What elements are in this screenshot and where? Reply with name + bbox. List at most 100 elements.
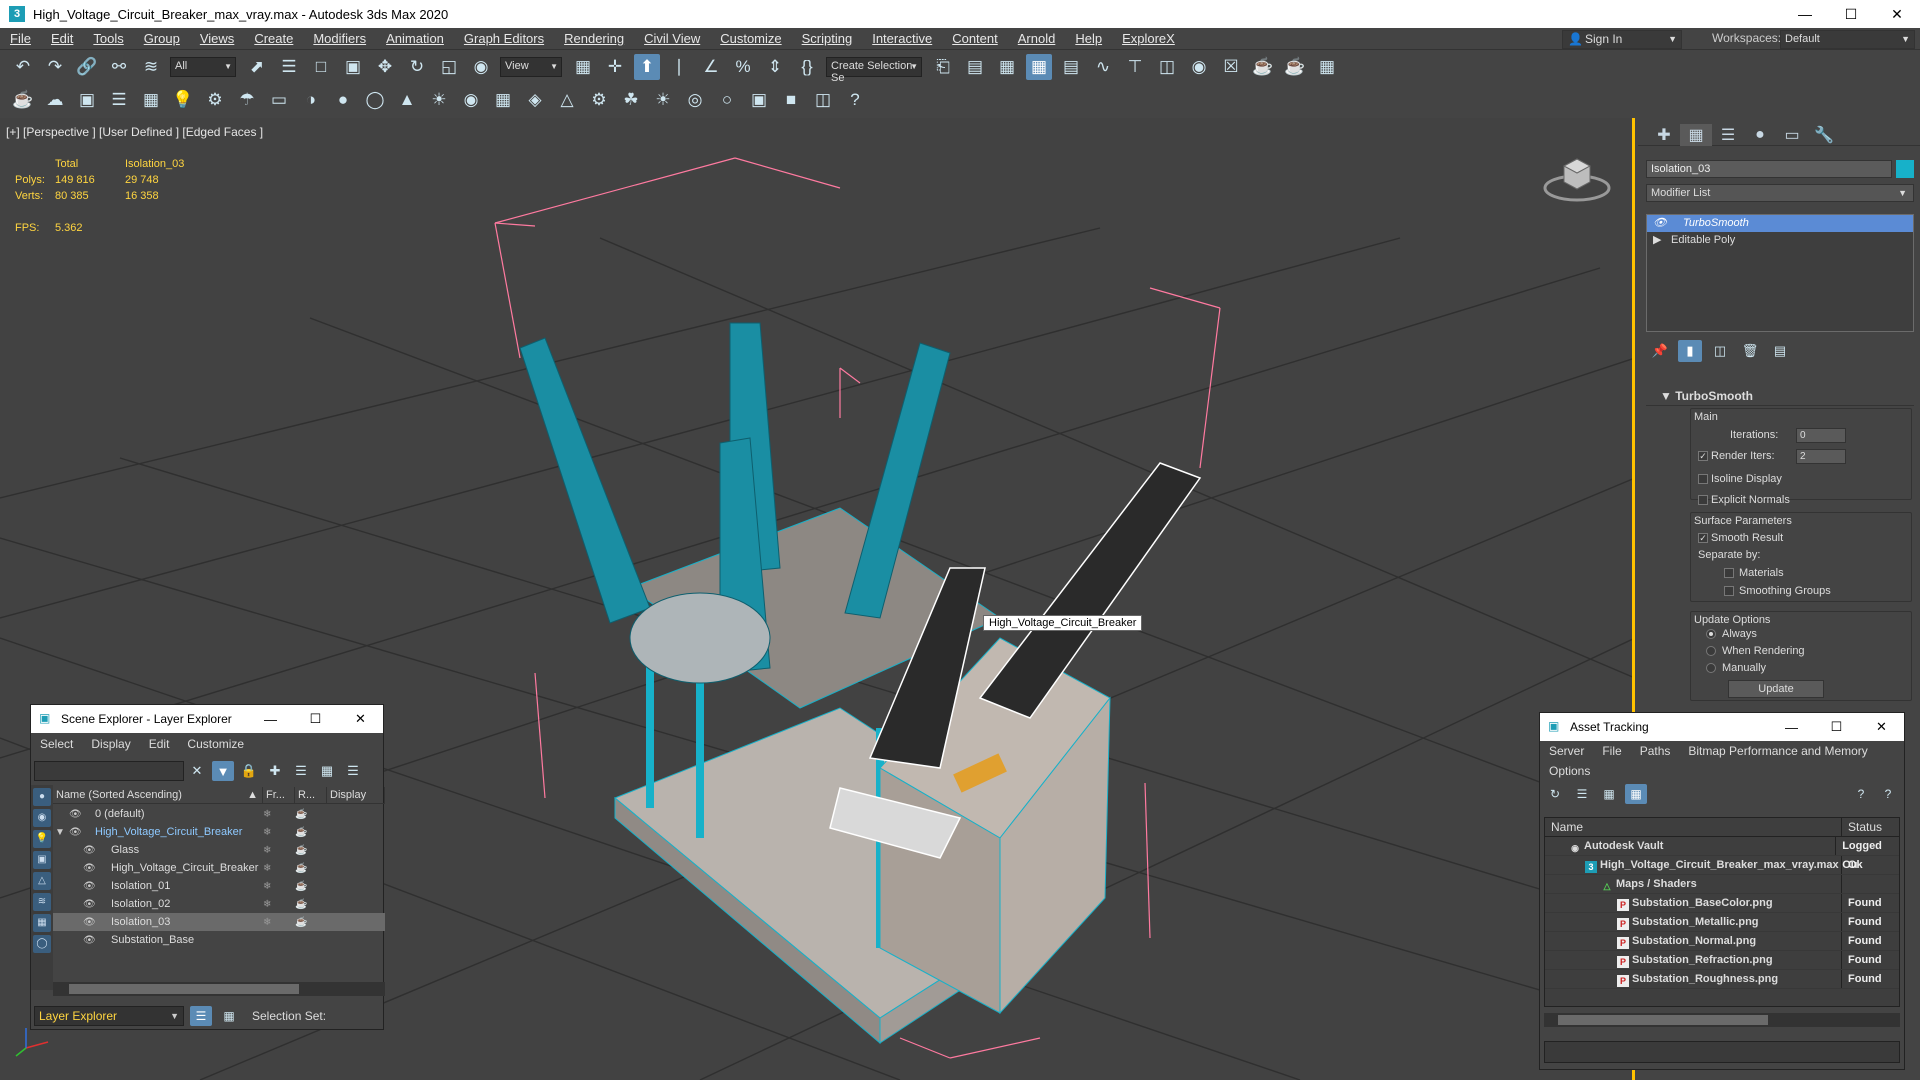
table-row[interactable]: P Substation_Metallic.png Found bbox=[1545, 913, 1899, 932]
make-unique-icon[interactable]: ◫ bbox=[1708, 340, 1732, 362]
at-menu-options[interactable]: Options bbox=[1540, 764, 1599, 778]
pivot-center-icon[interactable]: ▦ bbox=[570, 54, 596, 80]
menu-edit[interactable]: Edit bbox=[41, 31, 83, 46]
select-by-name-icon[interactable]: ☰ bbox=[276, 54, 302, 80]
menu-explorex[interactable]: ExploreX bbox=[1112, 31, 1185, 46]
table-row[interactable]: P Substation_Roughness.png Found bbox=[1545, 970, 1899, 989]
menu-scripting[interactable]: Scripting bbox=[792, 31, 863, 46]
col-name[interactable]: Name (Sorted Ascending) ▲ bbox=[53, 787, 263, 803]
save-icon[interactable]: ◫ bbox=[810, 87, 836, 113]
add-to-layer-icon[interactable]: ☰ bbox=[290, 761, 312, 781]
maximize-button[interactable]: ☐ bbox=[1814, 719, 1859, 735]
layers-toggle-icon[interactable]: ☰ bbox=[190, 1006, 212, 1026]
maximize-button[interactable]: ☐ bbox=[293, 711, 338, 727]
undo-icon[interactable]: ↶ bbox=[10, 54, 36, 80]
menu-rendering[interactable]: Rendering bbox=[554, 31, 634, 46]
cameras-filter-icon[interactable]: ▣ bbox=[33, 851, 51, 869]
update-button[interactable]: Update bbox=[1728, 680, 1824, 698]
viewcube-icon[interactable] bbox=[1542, 146, 1612, 206]
se-menu-edit[interactable]: Edit bbox=[140, 737, 179, 751]
minimize-button[interactable]: — bbox=[1782, 0, 1828, 28]
proxy-icon[interactable]: △ bbox=[554, 87, 580, 113]
capsule-icon[interactable]: ◈ bbox=[522, 87, 548, 113]
tree-view-icon[interactable]: ▦ bbox=[1598, 784, 1620, 804]
cone-icon[interactable]: ▲ bbox=[394, 87, 420, 113]
redo-icon[interactable]: ↷ bbox=[42, 54, 68, 80]
table-icon[interactable]: ▦ bbox=[138, 87, 164, 113]
menu-civil-view[interactable]: Civil View bbox=[634, 31, 710, 46]
stack-item-editable-poly[interactable]: ▶ Editable Poly bbox=[1647, 232, 1913, 249]
smooth-result-checkbox[interactable]: ✓ bbox=[1698, 533, 1708, 543]
workspace-dropdown[interactable]: Default ▼ bbox=[1780, 30, 1915, 49]
table-row[interactable]: 👁 Isolation_03 ❄ ☕ bbox=[53, 913, 385, 931]
table-row[interactable]: ◉ Autodesk Vault Logged Ou bbox=[1545, 837, 1899, 871]
asset-tracking-titlebar[interactable]: ▣ Asset Tracking — ☐ ✕ bbox=[1540, 713, 1904, 741]
clear-search-icon[interactable]: ✕ bbox=[186, 761, 208, 781]
render-icon[interactable]: ☕ bbox=[295, 827, 307, 838]
menu-group[interactable]: Group bbox=[134, 31, 190, 46]
smoothing-groups-checkbox[interactable] bbox=[1724, 586, 1734, 596]
selection-filter-dropdown[interactable]: All ▼ bbox=[170, 57, 236, 77]
menu-interactive[interactable]: Interactive bbox=[862, 31, 942, 46]
image-icon[interactable]: ▣ bbox=[746, 87, 772, 113]
percent-snap-icon[interactable]: % bbox=[730, 54, 756, 80]
eye-icon[interactable]: 👁 bbox=[69, 809, 82, 820]
spinner-snap-icon[interactable]: ⇕ bbox=[762, 54, 788, 80]
freeze-icon[interactable]: ❄ bbox=[263, 917, 271, 928]
remove-modifier-icon[interactable]: 🗑 bbox=[1738, 340, 1762, 362]
col-renderable[interactable]: R... bbox=[295, 787, 327, 803]
table-view-icon[interactable]: ▦ bbox=[1625, 784, 1647, 804]
layer-explorer-icon[interactable]: ▦ bbox=[1026, 54, 1052, 80]
close-button[interactable]: ✕ bbox=[338, 711, 383, 727]
utilities-tab-icon[interactable]: 🔧 bbox=[1808, 124, 1840, 146]
teapot-icon[interactable]: ☕ bbox=[10, 87, 36, 113]
freeze-icon[interactable]: ❄ bbox=[263, 899, 271, 910]
table-row[interactable]: P Substation_BaseColor.png Found bbox=[1545, 894, 1899, 913]
motion-tab-icon[interactable]: ● bbox=[1744, 124, 1776, 146]
keyboard-shortcut-override-icon[interactable]: ⬆ bbox=[634, 54, 660, 80]
table-row[interactable]: 3 High_Voltage_Circuit_Breaker_max_vray.m… bbox=[1545, 856, 1899, 875]
move-icon[interactable]: ✥ bbox=[372, 54, 398, 80]
at-menu-server[interactable]: Server bbox=[1540, 744, 1593, 758]
freeze-icon[interactable]: ❄ bbox=[263, 809, 271, 820]
box-icon[interactable]: ▭ bbox=[266, 87, 292, 113]
named-selection-dropdown[interactable]: Create Selection Se ▼ bbox=[826, 57, 922, 84]
settings-gear-icon[interactable]: ⚙ bbox=[586, 87, 612, 113]
render-production-icon[interactable]: ☕ bbox=[1282, 54, 1308, 80]
link-icon[interactable]: 🔗 bbox=[74, 54, 100, 80]
render-icon[interactable]: ☕ bbox=[295, 863, 307, 874]
menu-animation[interactable]: Animation bbox=[376, 31, 454, 46]
dope-sheet-icon[interactable]: ⊤ bbox=[1122, 54, 1148, 80]
hierarchy-toggle-icon[interactable]: ▦ bbox=[218, 1006, 240, 1026]
freeze-icon[interactable]: ❄ bbox=[263, 881, 271, 892]
render-icon[interactable]: ☕ bbox=[295, 845, 307, 856]
eye-icon[interactable]: 👁 bbox=[83, 935, 96, 946]
col-status[interactable]: Status bbox=[1842, 818, 1882, 836]
list-view-icon[interactable]: ☰ bbox=[1571, 784, 1593, 804]
table-row[interactable]: P Substation_Normal.png Found bbox=[1545, 932, 1899, 951]
explicit-normals-checkbox[interactable] bbox=[1698, 495, 1708, 505]
modify-tab-icon[interactable]: ▦ bbox=[1680, 124, 1712, 146]
shapes-filter-icon[interactable]: ◉ bbox=[33, 809, 51, 827]
layer-manager-icon[interactable]: ☰ bbox=[106, 87, 132, 113]
col-display[interactable]: Display bbox=[327, 787, 385, 803]
eye-icon[interactable]: 👁 bbox=[83, 845, 96, 856]
grid-icon[interactable]: ▦ bbox=[490, 87, 516, 113]
refresh-icon[interactable]: ↻ bbox=[1544, 784, 1566, 804]
menu-file[interactable]: File bbox=[0, 31, 41, 46]
layer-explorer-dropdown[interactable]: Layer Explorer ▼ bbox=[34, 1006, 184, 1026]
table-row[interactable]: 👁 Isolation_02 ❄ ☕ bbox=[53, 895, 385, 913]
torus-icon[interactable]: ◯ bbox=[362, 87, 388, 113]
sphere-icon[interactable]: ● bbox=[330, 87, 356, 113]
freeze-icon[interactable]: ❄ bbox=[263, 863, 271, 874]
menu-views[interactable]: Views bbox=[190, 31, 244, 46]
at-menu-paths[interactable]: Paths bbox=[1631, 744, 1680, 758]
mirror-icon[interactable]: ⎗ bbox=[930, 54, 956, 80]
table-row[interactable]: 👁 High_Voltage_Circuit_Breaker ❄ ☕ bbox=[53, 859, 385, 877]
geometry-filter-icon[interactable]: ● bbox=[33, 788, 51, 806]
object-properties-icon[interactable]: ⚙ bbox=[202, 87, 228, 113]
horizontal-scrollbar[interactable] bbox=[1544, 1013, 1900, 1027]
unlink-icon[interactable]: ⚯ bbox=[106, 54, 132, 80]
render-iters-checkbox[interactable]: ✓ bbox=[1698, 451, 1708, 461]
manually-radio[interactable] bbox=[1706, 663, 1716, 673]
